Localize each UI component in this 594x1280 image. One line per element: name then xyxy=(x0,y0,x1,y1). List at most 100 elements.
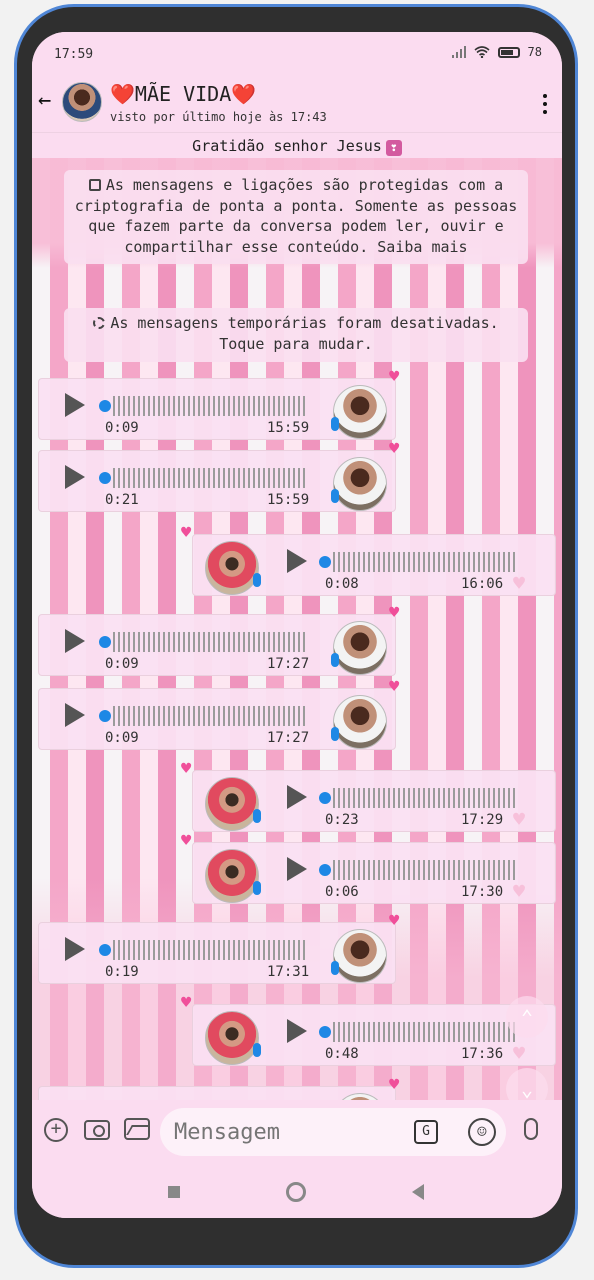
input-bar: + G ☺ xyxy=(32,1100,562,1164)
emoji-icon[interactable]: ☺ xyxy=(468,1118,496,1146)
heart-icon: ♥ xyxy=(389,603,400,623)
voice-duration: 0:09 xyxy=(105,420,139,436)
message-time: 15:59 xyxy=(267,420,310,436)
playback-position[interactable] xyxy=(99,944,111,956)
more-vertical-icon[interactable] xyxy=(542,94,548,114)
image-icon[interactable] xyxy=(124,1118,150,1140)
microphone-icon xyxy=(331,727,339,741)
chat-area[interactable]: As mensagens e ligações são protegidas c… xyxy=(32,158,562,1100)
playback-position[interactable] xyxy=(319,864,331,876)
playback-position[interactable] xyxy=(99,636,111,648)
microphone-icon xyxy=(253,881,261,895)
back-icon[interactable] xyxy=(412,1184,424,1200)
message-input[interactable] xyxy=(174,1118,394,1146)
chevron-up-icon[interactable]: ⌃ xyxy=(506,996,548,1038)
message-time: 17:31 xyxy=(267,964,310,980)
play-icon[interactable] xyxy=(287,857,307,881)
play-icon[interactable] xyxy=(65,703,85,727)
chat-header: ← ❤️MÃE VIDA❤️ visto por último hoje às … xyxy=(32,76,562,132)
play-icon[interactable] xyxy=(65,465,85,489)
play-icon[interactable] xyxy=(287,785,307,809)
microphone-icon xyxy=(331,417,339,431)
waveform[interactable] xyxy=(113,396,308,416)
pinned-text: Gratidão senhor Jesus xyxy=(192,137,382,155)
voice-message[interactable]: ♥ xyxy=(38,1077,399,1100)
microphone-icon xyxy=(331,489,339,503)
pin-emoji-icon: ❣ xyxy=(385,140,402,156)
home-icon[interactable] xyxy=(286,1182,306,1202)
sender-avatar xyxy=(333,621,387,675)
heart-reaction-icon[interactable]: ♥ xyxy=(513,573,525,593)
heart-icon: ♥ xyxy=(181,831,192,851)
voice-message[interactable]: 0:19 17:31 ♥ xyxy=(38,913,399,984)
voice-duration: 0:48 xyxy=(325,1046,359,1062)
sender-avatar xyxy=(205,1011,259,1065)
play-icon[interactable] xyxy=(287,549,307,573)
status-bar: 17:59 78 xyxy=(32,32,562,76)
playback-position[interactable] xyxy=(319,1026,331,1038)
voice-message[interactable]: 0:09 15:59 ♥ xyxy=(38,369,399,440)
waveform[interactable] xyxy=(113,940,308,960)
waveform[interactable] xyxy=(113,468,308,488)
voice-duration: 0:09 xyxy=(105,656,139,672)
voice-message[interactable]: 0:48 17:36 ♥ ♥ xyxy=(181,995,556,1066)
message-time: 16:06 xyxy=(461,576,504,592)
sender-avatar xyxy=(333,385,387,439)
temporary-messages-notice[interactable]: As mensagens temporárias foram desativad… xyxy=(64,308,528,362)
contact-avatar[interactable] xyxy=(62,82,102,122)
waveform[interactable] xyxy=(113,706,308,726)
signal-icon xyxy=(451,46,466,58)
voice-duration: 0:21 xyxy=(105,492,139,508)
waveform[interactable] xyxy=(333,788,517,808)
sender-avatar xyxy=(333,457,387,511)
play-icon[interactable] xyxy=(287,1019,307,1043)
play-icon[interactable] xyxy=(65,629,85,653)
voice-message[interactable]: 0:09 17:27 ♥ xyxy=(38,679,399,750)
sender-avatar xyxy=(333,1093,387,1100)
arrow-left-icon[interactable]: ← xyxy=(38,88,51,113)
voice-message[interactable]: 0:09 17:27 ♥ xyxy=(38,605,399,676)
plus-circle-icon[interactable]: + xyxy=(44,1118,68,1142)
heart-icon: ♥ xyxy=(181,993,192,1013)
timer-icon xyxy=(93,317,106,329)
message-time: 17:36 xyxy=(461,1046,504,1062)
voice-duration: 0:08 xyxy=(325,576,359,592)
waveform[interactable] xyxy=(333,860,517,880)
play-icon[interactable] xyxy=(65,937,85,961)
contact-name[interactable]: ❤️MÃE VIDA❤️ xyxy=(110,82,256,106)
recent-apps-icon[interactable] xyxy=(168,1186,180,1198)
voice-message[interactable]: 0:08 16:06 ♥ ♥ xyxy=(181,525,556,596)
play-icon[interactable] xyxy=(65,393,85,417)
playback-position[interactable] xyxy=(99,472,111,484)
voice-duration: 0:23 xyxy=(325,812,359,828)
message-input-container: G ☺ xyxy=(160,1108,506,1156)
playback-position[interactable] xyxy=(99,710,111,722)
voice-message[interactable]: 0:21 15:59 ♥ xyxy=(38,441,399,512)
voice-message[interactable]: 0:23 17:29 ♥ ♥ xyxy=(181,761,556,832)
translate-icon[interactable]: G xyxy=(414,1120,438,1144)
microphone-icon xyxy=(253,1043,261,1057)
battery-level: 78 xyxy=(527,45,542,59)
camera-icon[interactable] xyxy=(84,1120,110,1140)
pinned-message-bar[interactable]: Gratidão senhor Jesus ❣ xyxy=(32,132,562,158)
waveform[interactable] xyxy=(333,1022,517,1042)
microphone-icon[interactable] xyxy=(524,1118,538,1140)
battery-icon xyxy=(497,46,520,58)
playback-position[interactable] xyxy=(99,400,111,412)
heart-reaction-icon[interactable]: ♥ xyxy=(513,881,525,901)
waveform[interactable] xyxy=(333,552,517,572)
heart-icon: ♥ xyxy=(389,677,400,697)
encryption-notice[interactable]: As mensagens e ligações são protegidas c… xyxy=(64,170,528,264)
heart-reaction-icon[interactable]: ♥ xyxy=(513,1043,525,1063)
waveform[interactable] xyxy=(113,632,308,652)
playback-position[interactable] xyxy=(319,556,331,568)
heart-reaction-icon[interactable]: ♥ xyxy=(513,809,525,829)
voice-message[interactable]: 0:06 17:30 ♥ ♥ xyxy=(181,833,556,904)
playback-position[interactable] xyxy=(319,792,331,804)
sender-avatar xyxy=(205,849,259,903)
microphone-icon xyxy=(253,573,261,587)
voice-duration: 0:09 xyxy=(105,730,139,746)
sender-avatar xyxy=(333,929,387,983)
temporary-text: As mensagens temporárias foram desativad… xyxy=(110,314,499,353)
voice-duration: 0:19 xyxy=(105,964,139,980)
